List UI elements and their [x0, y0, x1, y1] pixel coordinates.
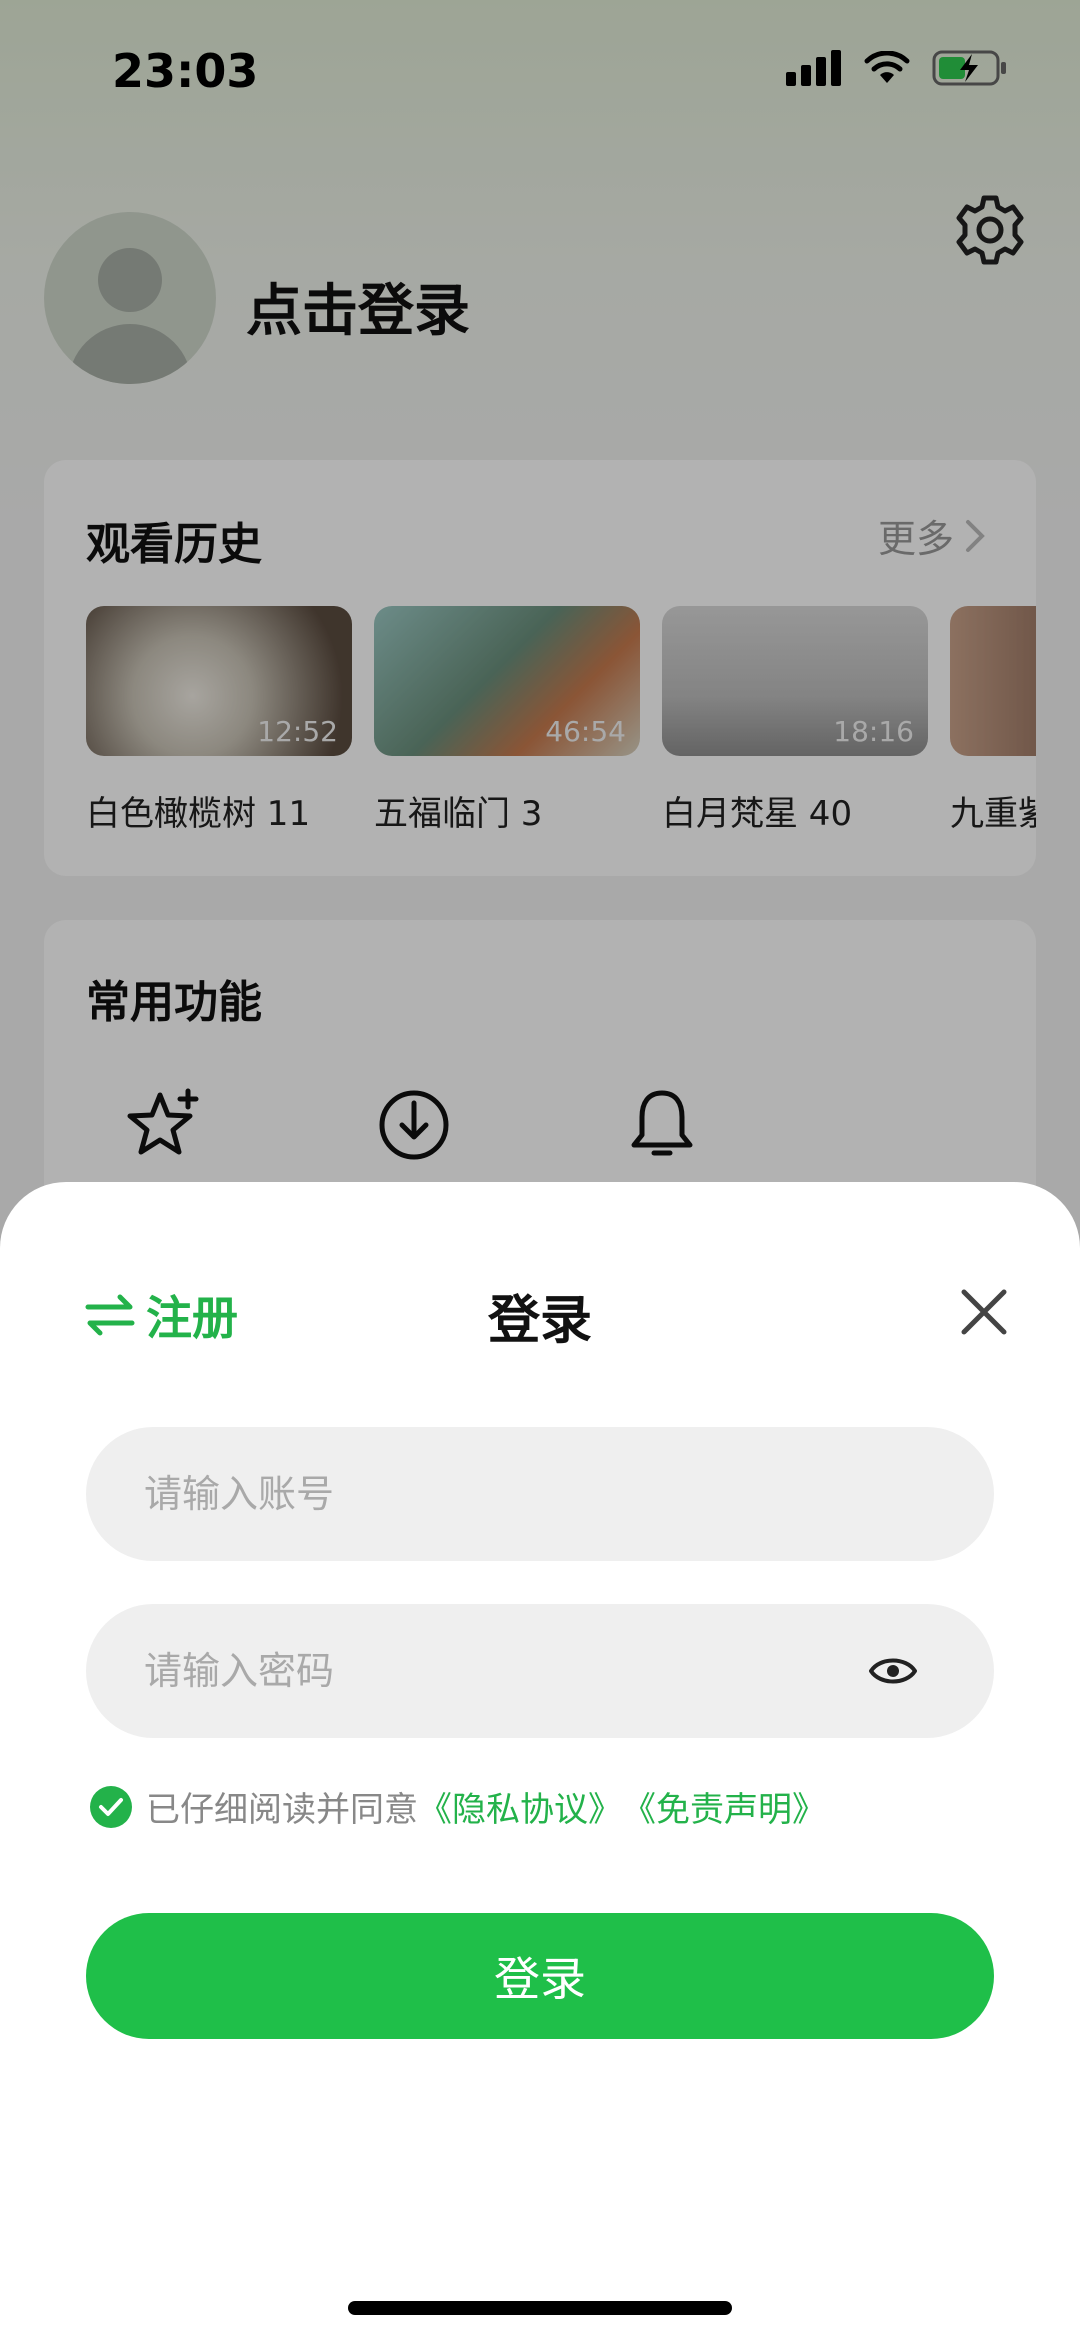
- agreement-text: 已仔细阅读并同意: [146, 1790, 418, 1830]
- account-field[interactable]: [86, 1427, 994, 1561]
- close-icon[interactable]: [954, 1282, 1014, 1342]
- account-input[interactable]: [144, 1472, 844, 1516]
- password-input[interactable]: [144, 1649, 844, 1693]
- agreement-row: 已仔细阅读并同意 《隐私协议》 《免责声明》: [90, 1782, 826, 1831]
- home-indicator: [348, 2301, 732, 2315]
- show-password-eye-icon[interactable]: [868, 1649, 918, 1693]
- check-icon: [99, 1797, 123, 1816]
- password-field[interactable]: [86, 1604, 994, 1738]
- login-bottom-sheet: 注册 登录 已仔细阅读并同意 《隐私协议》 《免责声明》 登录: [0, 1182, 1080, 2337]
- sheet-title: 登录: [487, 1291, 592, 1351]
- login-button[interactable]: 登录: [86, 1913, 994, 2039]
- privacy-link[interactable]: 《隐私协议》: [418, 1782, 622, 1831]
- agreement-checkbox[interactable]: [90, 1785, 132, 1828]
- disclaimer-link[interactable]: 《免责声明》: [622, 1782, 826, 1831]
